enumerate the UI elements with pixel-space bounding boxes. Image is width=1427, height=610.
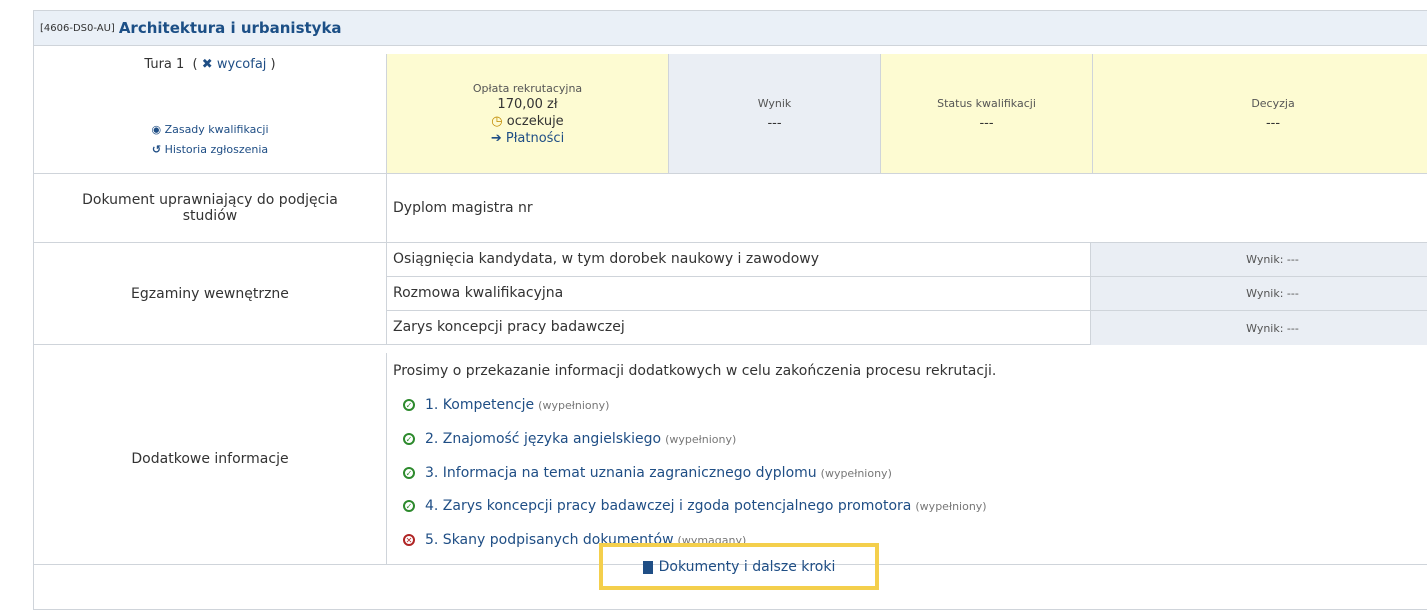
decision-label: Decyzja: [1251, 96, 1295, 110]
form-link[interactable]: 1. Kompetencje: [425, 397, 534, 413]
additional-content: Prosimy o przekazanie informacji dodatko…: [387, 353, 1427, 564]
list-item: ✓ 3. Informacja na temat uznania zagrani…: [403, 465, 892, 481]
document-icon: [642, 561, 653, 574]
history-icon: ↺: [151, 143, 162, 156]
form-state: (wypełniony): [820, 466, 892, 480]
withdraw-link[interactable]: ✖ wycofaj: [202, 57, 271, 72]
check-circle-icon: ✓: [403, 467, 415, 479]
qualification-cell: Status kwalifikacji ---: [881, 54, 1093, 173]
fee-cell: Opłata rekrutacyjna 170,00 zł ◷ oczekuje…: [387, 54, 669, 173]
exams-row: Egzaminy wewnętrzne Osiągnięcia kandydat…: [34, 243, 1427, 345]
additional-label: Dodatkowe informacje: [34, 353, 387, 564]
form-state: (wypełniony): [538, 398, 610, 412]
qualification-value: ---: [979, 115, 994, 131]
exam-name: Zarys koncepcji pracy badawczej: [393, 319, 625, 335]
arrow-right-icon: ➔: [490, 130, 502, 146]
result-label: Wynik: [757, 96, 792, 110]
result-value: ---: [767, 115, 782, 131]
additional-row: Dodatkowe informacje Prosimy o przekazan…: [34, 353, 1427, 565]
x-circle-icon: ✕: [403, 534, 415, 546]
decision-value: ---: [1265, 115, 1281, 131]
qualification-label: Status kwalifikacji: [937, 96, 1036, 110]
fee-status: ◷ oczekuje: [491, 113, 564, 129]
exam-row: Osiągnięcia kandydata, w tym dorobek nau…: [387, 243, 1427, 277]
check-circle-icon: ✓: [403, 500, 415, 512]
clock-icon: ◷: [491, 113, 503, 129]
check-circle-icon: ✓: [403, 433, 415, 445]
exam-score: Wynik: ---: [1090, 277, 1427, 310]
exams-label: Egzaminy wewnętrzne: [34, 243, 387, 344]
list-item: ✓ 4. Zarys koncepcji pracy badawczej i z…: [403, 498, 987, 514]
exam-name: Rozmowa kwalifikacyjna: [393, 285, 564, 301]
x-icon: ✖: [201, 57, 213, 72]
exam-row: Rozmowa kwalifikacyjna Wynik: ---: [387, 277, 1427, 311]
eye-icon: ◉: [151, 123, 162, 136]
rules-link[interactable]: ◉ Zasady kwalifikacji: [34, 120, 386, 140]
list-item: ✓ 2. Znajomość języka angielskiego (wype…: [403, 431, 736, 447]
next-steps-label: Dokumenty i dalsze kroki: [658, 558, 836, 575]
program-title: Architektura i urbanistyka: [118, 19, 342, 37]
application-panel: [4606-DS0-AU] Architektura i urbanistyka…: [33, 10, 1427, 610]
form-state: (wypełniony): [665, 432, 737, 446]
additional-intro: Prosimy o przekazanie informacji dodatko…: [393, 363, 997, 379]
form-state: (wypełniony): [915, 499, 987, 513]
form-link[interactable]: 4. Zarys koncepcji pracy badawczej i zgo…: [425, 498, 911, 514]
result-cell: Wynik ---: [669, 54, 881, 173]
panel-header: [4606-DS0-AU] Architektura i urbanistyka: [34, 11, 1427, 46]
round-label: Tura 1: [144, 57, 185, 72]
next-steps-button[interactable]: Dokumenty i dalsze kroki: [599, 543, 879, 590]
fee-amount: 170,00 zł: [497, 96, 558, 112]
form-link[interactable]: 2. Znajomość języka angielskiego: [425, 431, 661, 447]
exam-name: Osiągnięcia kandydata, w tym dorobek nau…: [393, 251, 820, 267]
form-link[interactable]: 3. Informacja na temat uznania zagranicz…: [425, 465, 817, 481]
round-row: Tura 1 ( ✖ wycofaj ) ◉ Zasady kwalifikac…: [34, 54, 1427, 174]
program-code: [4606-DS0-AU]: [40, 22, 115, 34]
history-link[interactable]: ↺ Historia zgłoszenia: [34, 140, 386, 160]
document-row: Dokument uprawniający do podjęcia studió…: [34, 174, 1427, 243]
round-title: Tura 1 ( ✖ wycofaj ): [144, 57, 276, 72]
exam-score: Wynik: ---: [1090, 243, 1427, 276]
round-links: ◉ Zasady kwalifikacji ↺ Historia zgłosze…: [34, 120, 386, 160]
round-cell: Tura 1 ( ✖ wycofaj ) ◉ Zasady kwalifikac…: [34, 54, 387, 173]
document-label: Dokument uprawniający do podjęcia studió…: [34, 174, 387, 242]
check-circle-icon: ✓: [403, 399, 415, 411]
fee-label: Opłata rekrutacyjna: [472, 81, 583, 95]
list-item: ✓ 1. Kompetencje (wypełniony): [403, 397, 609, 413]
exam-score: Wynik: ---: [1090, 311, 1427, 345]
payments-link[interactable]: ➔ Płatności: [491, 131, 564, 146]
document-value: Dyplom magistra nr: [393, 200, 533, 216]
exam-row: Zarys koncepcji pracy badawczej Wynik: -…: [387, 311, 1427, 345]
decision-cell: Decyzja ---: [1093, 54, 1427, 173]
